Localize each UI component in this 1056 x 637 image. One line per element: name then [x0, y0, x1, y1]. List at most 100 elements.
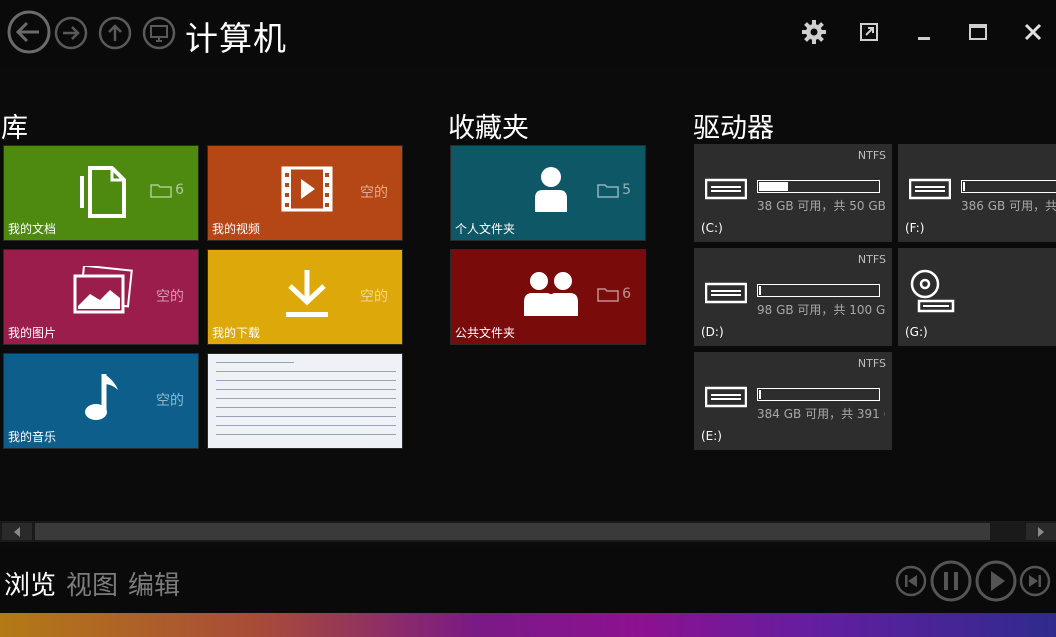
personal-count: 5	[597, 182, 631, 198]
up-arrow-icon	[98, 16, 132, 50]
drive-letter: (E:)	[701, 429, 722, 443]
documents-icon	[80, 166, 126, 218]
folder-icon	[597, 184, 619, 198]
tile-label: 公共文件夹	[455, 326, 516, 340]
page-title: 计算机	[185, 19, 287, 58]
document-count: 6	[150, 182, 184, 198]
tile-my-videos[interactable]: 空的 我的视频	[207, 145, 403, 241]
public-count: 6	[597, 286, 631, 302]
maximize-button[interactable]	[958, 14, 998, 50]
capacity-bar	[961, 180, 1056, 193]
picture-count: 空的	[156, 289, 184, 305]
document-thumbnail	[208, 362, 402, 435]
forward-button[interactable]	[54, 16, 88, 50]
back-button[interactable]	[6, 9, 52, 55]
tab-browse[interactable]: 浏览	[4, 565, 56, 602]
filesystem-label: NTFS	[857, 149, 886, 162]
chevron-right-icon	[1038, 526, 1044, 537]
skip-previous-icon	[895, 565, 927, 597]
drive-letter: (F:)	[905, 221, 925, 235]
tile-label: 我的音乐	[8, 430, 57, 444]
hard-drive-icon	[909, 178, 951, 200]
hard-drive-icon	[705, 178, 747, 200]
tile-personal-folder[interactable]: 5 个人文件夹	[450, 145, 646, 241]
close-button[interactable]	[1013, 14, 1053, 50]
capacity-fill	[759, 390, 762, 399]
next-track-button[interactable]	[1019, 565, 1051, 597]
drive-letter: (G:)	[905, 325, 928, 339]
popout-icon	[860, 23, 878, 41]
previous-track-button[interactable]	[895, 565, 927, 597]
filesystem-label: NTFS	[857, 253, 886, 266]
capacity-fill	[759, 182, 789, 191]
drive-d[interactable]: NTFS 98 GB 可用，共 100 GI (D:)	[694, 248, 892, 346]
hard-drive-icon	[705, 282, 747, 304]
monitor-icon	[142, 16, 176, 50]
tile-my-documents[interactable]: 6 我的文档	[3, 145, 199, 241]
capacity-fill	[963, 182, 966, 191]
minimize-button[interactable]	[904, 14, 944, 50]
drive-letter: (D:)	[701, 325, 724, 339]
tab-view[interactable]: 视图	[66, 565, 118, 602]
capacity-bar	[757, 180, 880, 193]
forward-arrow-icon	[54, 16, 88, 50]
hard-drive-icon	[705, 386, 747, 408]
filesystem-label: NTFS	[857, 357, 886, 370]
tile-my-music[interactable]: 空的 我的音乐	[3, 353, 199, 449]
tile-my-pictures[interactable]: 空的 我的图片	[3, 249, 199, 345]
accent-gradient-strip	[0, 613, 1056, 637]
drive-g[interactable]: (G:)	[898, 248, 1056, 346]
folder-icon	[597, 288, 619, 302]
scroll-left-button[interactable]	[2, 523, 32, 540]
music-count: 空的	[156, 393, 184, 409]
play-icon	[975, 560, 1017, 602]
pause-button[interactable]	[929, 559, 973, 603]
drive-letter: (C:)	[701, 221, 723, 235]
drive-e[interactable]: NTFS 384 GB 可用，共 391 ( (E:)	[694, 352, 892, 450]
favorites-heading: 收藏夹	[448, 113, 529, 144]
tile-label: 个人文件夹	[455, 222, 516, 236]
count-value: 5	[622, 182, 631, 198]
people-icon	[524, 272, 578, 316]
folder-icon	[150, 184, 172, 198]
minimize-icon	[918, 37, 930, 40]
count-value: 6	[622, 286, 631, 302]
popout-button[interactable]	[849, 14, 889, 50]
up-button[interactable]	[98, 16, 132, 50]
free-space-text: 384 GB 可用，共 391 (	[757, 407, 885, 421]
skip-next-icon	[1019, 565, 1051, 597]
free-space-text: 38 GB 可用，共 50 GB	[757, 199, 885, 213]
pictures-icon	[73, 266, 133, 314]
scroll-thumb[interactable]	[35, 523, 990, 540]
capacity-fill	[759, 286, 762, 295]
play-button[interactable]	[974, 559, 1018, 603]
maximize-icon	[969, 24, 987, 40]
tile-label: 我的视频	[212, 222, 261, 236]
library-heading: 库	[1, 113, 28, 144]
scroll-right-button[interactable]	[1026, 523, 1056, 540]
film-icon	[281, 166, 333, 212]
optical-drive-icon	[910, 269, 955, 313]
computer-button[interactable]	[142, 16, 176, 50]
download-icon	[286, 270, 328, 317]
tab-edit[interactable]: 编辑	[128, 565, 180, 602]
drives-heading: 驱动器	[693, 113, 774, 144]
free-space-text: 386 GB 可用，共	[961, 199, 1056, 213]
tile-my-downloads[interactable]: 空的 我的下载	[207, 249, 403, 345]
tile-label: 我的图片	[8, 326, 57, 340]
close-icon	[1024, 23, 1042, 41]
download-count: 空的	[360, 289, 388, 305]
person-icon	[535, 167, 567, 212]
drive-f[interactable]: 386 GB 可用，共 (F:)	[898, 144, 1056, 242]
chevron-left-icon	[14, 526, 20, 537]
drive-c[interactable]: NTFS 38 GB 可用，共 50 GB (C:)	[694, 144, 892, 242]
settings-button[interactable]	[794, 14, 834, 50]
count-value: 6	[175, 182, 184, 198]
back-arrow-icon	[7, 10, 51, 54]
free-space-text: 98 GB 可用，共 100 GI	[757, 303, 885, 317]
tile-document-preview[interactable]	[207, 353, 403, 449]
capacity-bar	[757, 284, 880, 297]
tile-label: 我的下载	[212, 326, 261, 340]
gear-icon	[802, 20, 826, 44]
tile-public-folder[interactable]: 6 公共文件夹	[450, 249, 646, 345]
